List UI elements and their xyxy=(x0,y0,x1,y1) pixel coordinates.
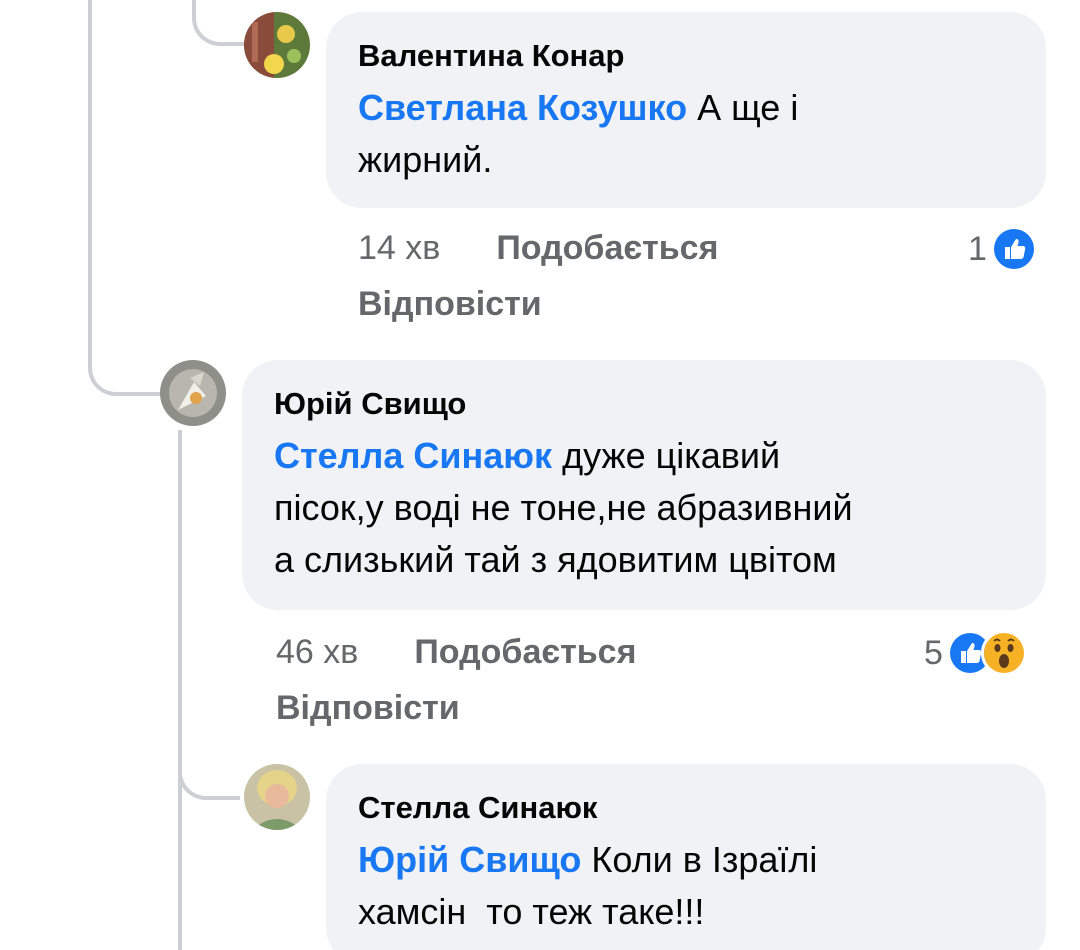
reaction-count: 5 xyxy=(924,634,943,672)
like-button[interactable]: Подобається xyxy=(414,633,636,671)
like-button[interactable]: Подобається xyxy=(496,229,718,267)
reply-button[interactable]: Відповісти xyxy=(358,284,542,324)
thread-connector xyxy=(178,740,240,800)
avatar[interactable] xyxy=(244,12,310,78)
reactions-summary[interactable]: 1 xyxy=(968,226,1037,272)
comment-author[interactable]: Валентина Конар xyxy=(358,36,1014,76)
mention-link[interactable]: Светлана Козушко xyxy=(358,87,687,128)
comment-meta: 46 хв Подобається xyxy=(276,632,636,672)
reaction-count: 1 xyxy=(968,230,987,268)
avatar[interactable] xyxy=(160,360,226,426)
comment-text-line: жирний. xyxy=(358,139,493,180)
comment-timestamp[interactable]: 46 хв xyxy=(276,632,358,672)
thread-connector xyxy=(88,320,162,396)
comment-text-line: пісок,у воді не тоне,не абразивний xyxy=(274,487,853,528)
comment-bubble: Валентина Конар Светлана Козушко А ще і ж… xyxy=(326,12,1046,208)
comment-text: Светлана Козушко А ще і жирний. xyxy=(358,82,1014,186)
mention-link[interactable]: Юрій Свищо xyxy=(358,839,581,880)
comment-text-line: А ще і xyxy=(687,87,799,128)
comment-author[interactable]: Стелла Синаюк xyxy=(358,788,1014,828)
comment-thread: Валентина Конар Светлана Козушко А ще і ж… xyxy=(0,0,1080,950)
thread-connector xyxy=(192,0,244,46)
comment-bubble: Стелла Синаюк Юрій Свищо Коли в Ізраїлі х… xyxy=(326,764,1046,950)
comment-text-line: дуже цікавий xyxy=(552,435,781,476)
avatar[interactable] xyxy=(244,764,310,830)
wow-icon xyxy=(980,630,1027,676)
comment-text: Стелла Синаюк дуже цікавий пісок,у воді н… xyxy=(274,430,1014,586)
like-icon xyxy=(990,226,1037,272)
comment-text-line: Коли в Ізраїлі xyxy=(581,839,818,880)
comment-text-line: а слизький тай з ядовитим цвітом xyxy=(274,539,837,580)
comment-timestamp[interactable]: 14 хв xyxy=(358,228,440,268)
comment-meta: 14 хв Подобається xyxy=(358,228,718,268)
comment-bubble: Юрій Свищо Стелла Синаюк дуже цікавий піс… xyxy=(242,360,1046,610)
comment-text-line: хамсін то теж таке!!! xyxy=(358,891,705,932)
thread-line xyxy=(178,430,182,950)
thread-line xyxy=(88,0,92,330)
reply-button[interactable]: Відповісти xyxy=(276,688,460,728)
comment-author[interactable]: Юрій Свищо xyxy=(274,384,1014,424)
reactions-summary[interactable]: 5 xyxy=(924,630,1027,676)
comment-text: Юрій Свищо Коли в Ізраїлі хамсін то теж т… xyxy=(358,834,1014,938)
mention-link[interactable]: Стелла Синаюк xyxy=(274,435,552,476)
